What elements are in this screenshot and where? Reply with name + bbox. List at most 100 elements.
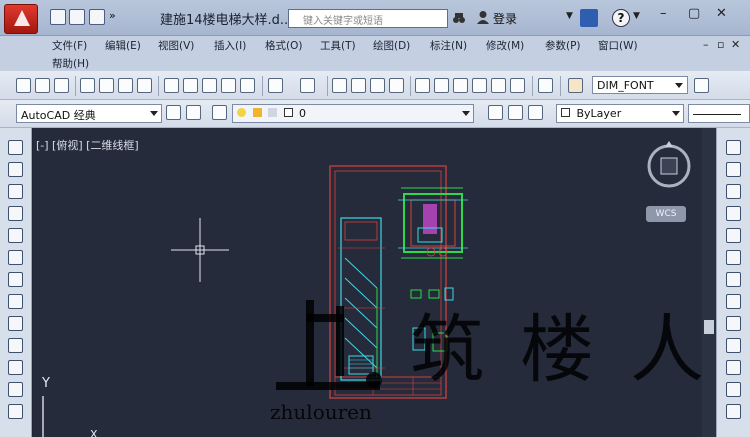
login-button[interactable]: 登录 [493,10,517,27]
layer-previous-icon[interactable] [508,105,523,120]
help-dropdown-icon[interactable]: ▼ [633,11,640,21]
new-file-icon[interactable] [50,9,66,25]
zoom-window-icon[interactable] [370,78,385,93]
match-properties-icon[interactable] [221,78,236,93]
publish-icon[interactable] [118,78,133,93]
layer-properties-icon[interactable] [212,105,227,120]
zoom-previous-icon[interactable] [389,78,404,93]
quickcalc-icon[interactable] [510,78,525,93]
search-input[interactable]: 键入关键字或短语 [288,9,448,28]
menu-tools[interactable]: 工具(T) [320,38,356,53]
circle-icon[interactable] [8,272,23,287]
zoom-realtime-icon[interactable] [351,78,366,93]
plot-preview-icon[interactable] [99,78,114,93]
move-icon[interactable] [726,250,741,265]
workspace-select[interactable]: AutoCAD 经典 [16,104,162,123]
tool-palettes-icon[interactable] [453,78,468,93]
menu-dimension[interactable]: 标注(N) [430,38,467,53]
dimension-style-icon[interactable] [694,78,709,93]
menu-file[interactable]: 文件(F) [52,38,87,53]
binoculars-icon[interactable] [452,11,466,25]
stretch-icon[interactable] [726,316,741,331]
polygon-icon[interactable] [8,206,23,221]
menu-window[interactable]: 窗口(W) [598,38,638,53]
undo-icon[interactable] [268,78,283,93]
menu-modify[interactable]: 修改(M) [486,38,524,53]
login-dropdown-icon[interactable]: ▼ [566,11,573,21]
layer-color-icon [283,108,293,117]
more-quick-access-icon[interactable]: » [109,9,125,25]
mirror-icon[interactable] [726,184,741,199]
markup-icon[interactable] [491,78,506,93]
scale-icon[interactable] [726,294,741,309]
doc-minimize-button[interactable]: – [703,38,709,51]
arc-icon[interactable] [8,250,23,265]
properties-icon[interactable] [415,78,430,93]
layer-state-icon[interactable] [528,105,543,120]
line-icon[interactable] [8,140,23,155]
doc-restore-button[interactable]: ▫ [717,38,724,51]
array-icon[interactable] [726,228,741,243]
wcs-menu-button[interactable]: WCS [646,206,686,222]
revision-cloud-icon[interactable] [8,294,23,309]
copy-icon[interactable] [183,78,198,93]
linetype-select[interactable] [688,104,750,123]
vertical-scrollbar[interactable] [702,128,716,437]
rectangle-icon[interactable] [8,228,23,243]
construction-line-icon[interactable] [8,162,23,177]
y-axis-label: Y [42,376,50,391]
copy-object-icon[interactable] [726,162,741,177]
make-current-layer-icon[interactable] [488,105,503,120]
menu-insert[interactable]: 插入(I) [214,38,246,53]
erase-icon[interactable] [726,140,741,155]
minimize-button[interactable]: – [660,6,667,21]
maximize-button[interactable]: ▢ [688,6,700,21]
close-button[interactable]: ✕ [716,6,727,21]
doc-close-button[interactable]: ✕ [731,38,740,51]
ellipse-arc-icon[interactable] [8,360,23,375]
redo-icon[interactable] [300,78,315,93]
cut-icon[interactable] [164,78,179,93]
pan-icon[interactable] [332,78,347,93]
application-menu-button[interactable] [4,4,38,34]
offset-icon[interactable] [726,206,741,221]
save-icon[interactable] [54,78,69,93]
new-icon[interactable] [16,78,31,93]
menu-parametric[interactable]: 参数(P) [545,38,581,53]
open-file-icon[interactable] [69,9,85,25]
join-icon[interactable] [726,404,741,419]
make-block-icon[interactable] [8,404,23,419]
help-toolbar-icon[interactable] [538,78,553,93]
save-icon[interactable] [89,9,105,25]
scroll-thumb[interactable] [704,320,714,334]
polyline-icon[interactable] [8,184,23,199]
menu-draw[interactable]: 绘图(D) [373,38,410,53]
insert-block-icon[interactable] [8,382,23,397]
menu-help[interactable]: 帮助(H) [52,56,89,71]
spline-icon[interactable] [8,316,23,331]
layer-select[interactable]: 0 [232,104,474,123]
menu-format[interactable]: 格式(O) [265,38,302,53]
menu-edit[interactable]: 编辑(E) [105,38,141,53]
text-style-select[interactable]: DIM_FONT [592,76,688,94]
toolbar-separator [158,76,159,96]
sheet-set-icon[interactable] [472,78,487,93]
workspace-settings-icon[interactable] [166,105,181,120]
open-icon[interactable] [35,78,50,93]
color-control-select[interactable]: ByLayer [556,104,684,123]
exchange-icon[interactable] [580,9,598,27]
workspace-save-icon[interactable] [186,105,201,120]
plot-icon[interactable] [80,78,95,93]
menu-view[interactable]: 视图(V) [158,38,194,53]
3d-dwf-icon[interactable] [137,78,152,93]
rotate-icon[interactable] [726,272,741,287]
extend-icon[interactable] [726,360,741,375]
break-icon[interactable] [726,382,741,397]
paste-icon[interactable] [202,78,217,93]
design-center-icon[interactable] [434,78,449,93]
ellipse-icon[interactable] [8,338,23,353]
block-editor-icon[interactable] [240,78,255,93]
text-style-icon[interactable] [568,78,583,93]
trim-icon[interactable] [726,338,741,353]
help-icon[interactable]: ? [612,9,630,27]
